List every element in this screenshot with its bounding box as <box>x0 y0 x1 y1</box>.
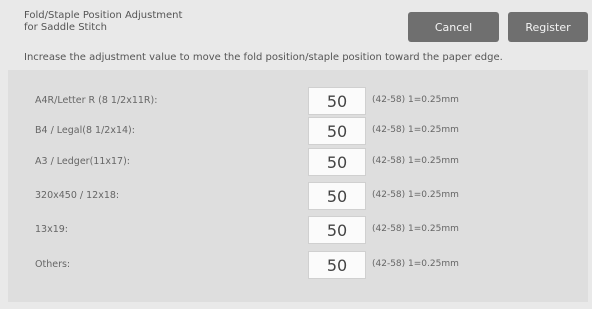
setting-row-a4r-letter-r: A4R/Letter R (8 1/2x11R): (42-58) 1=0.25… <box>8 87 588 117</box>
setting-label: A3 / Ledger(11x17): <box>35 156 130 167</box>
settings-panel: A4R/Letter R (8 1/2x11R): (42-58) 1=0.25… <box>8 70 588 302</box>
range-hint: (42-58) 1=0.25mm <box>372 224 459 234</box>
range-hint: (42-58) 1=0.25mm <box>372 125 459 135</box>
setting-label: A4R/Letter R (8 1/2x11R): <box>35 95 158 106</box>
value-input-320x450[interactable] <box>308 182 366 210</box>
setting-row-a3-ledger: A3 / Ledger(11x17): (42-58) 1=0.25mm <box>8 148 588 178</box>
value-input-a3-ledger[interactable] <box>308 148 366 176</box>
setting-label: 320x450 / 12x18: <box>35 190 120 201</box>
instruction-text: Increase the adjustment value to move th… <box>24 52 503 63</box>
range-hint: (42-58) 1=0.25mm <box>372 259 459 269</box>
header-bar: Fold/Staple Position Adjustment for Sadd… <box>0 0 592 44</box>
range-hint: (42-58) 1=0.25mm <box>372 95 459 105</box>
register-button[interactable]: Register <box>508 12 588 42</box>
cancel-button[interactable]: Cancel <box>408 12 499 42</box>
setting-row-320x450: 320x450 / 12x18: (42-58) 1=0.25mm <box>8 182 588 212</box>
setting-row-others: Others: (42-58) 1=0.25mm <box>8 251 588 281</box>
page-title: Fold/Staple Position Adjustment for Sadd… <box>24 10 244 34</box>
value-input-others[interactable] <box>308 251 366 279</box>
setting-row-b4-legal: B4 / Legal(8 1/2x14): (42-58) 1=0.25mm <box>8 117 588 147</box>
setting-label: 13x19: <box>35 224 68 235</box>
range-hint: (42-58) 1=0.25mm <box>372 156 459 166</box>
value-input-13x19[interactable] <box>308 216 366 244</box>
range-hint: (42-58) 1=0.25mm <box>372 190 459 200</box>
setting-label: B4 / Legal(8 1/2x14): <box>35 125 135 136</box>
setting-row-13x19: 13x19: (42-58) 1=0.25mm <box>8 216 588 246</box>
page-title-line-2: for Saddle Stitch <box>24 22 108 33</box>
value-input-a4r-letter-r[interactable] <box>308 87 366 115</box>
setting-label: Others: <box>35 259 71 270</box>
page-title-line-1: Fold/Staple Position Adjustment <box>24 10 183 21</box>
value-input-b4-legal[interactable] <box>308 117 366 145</box>
